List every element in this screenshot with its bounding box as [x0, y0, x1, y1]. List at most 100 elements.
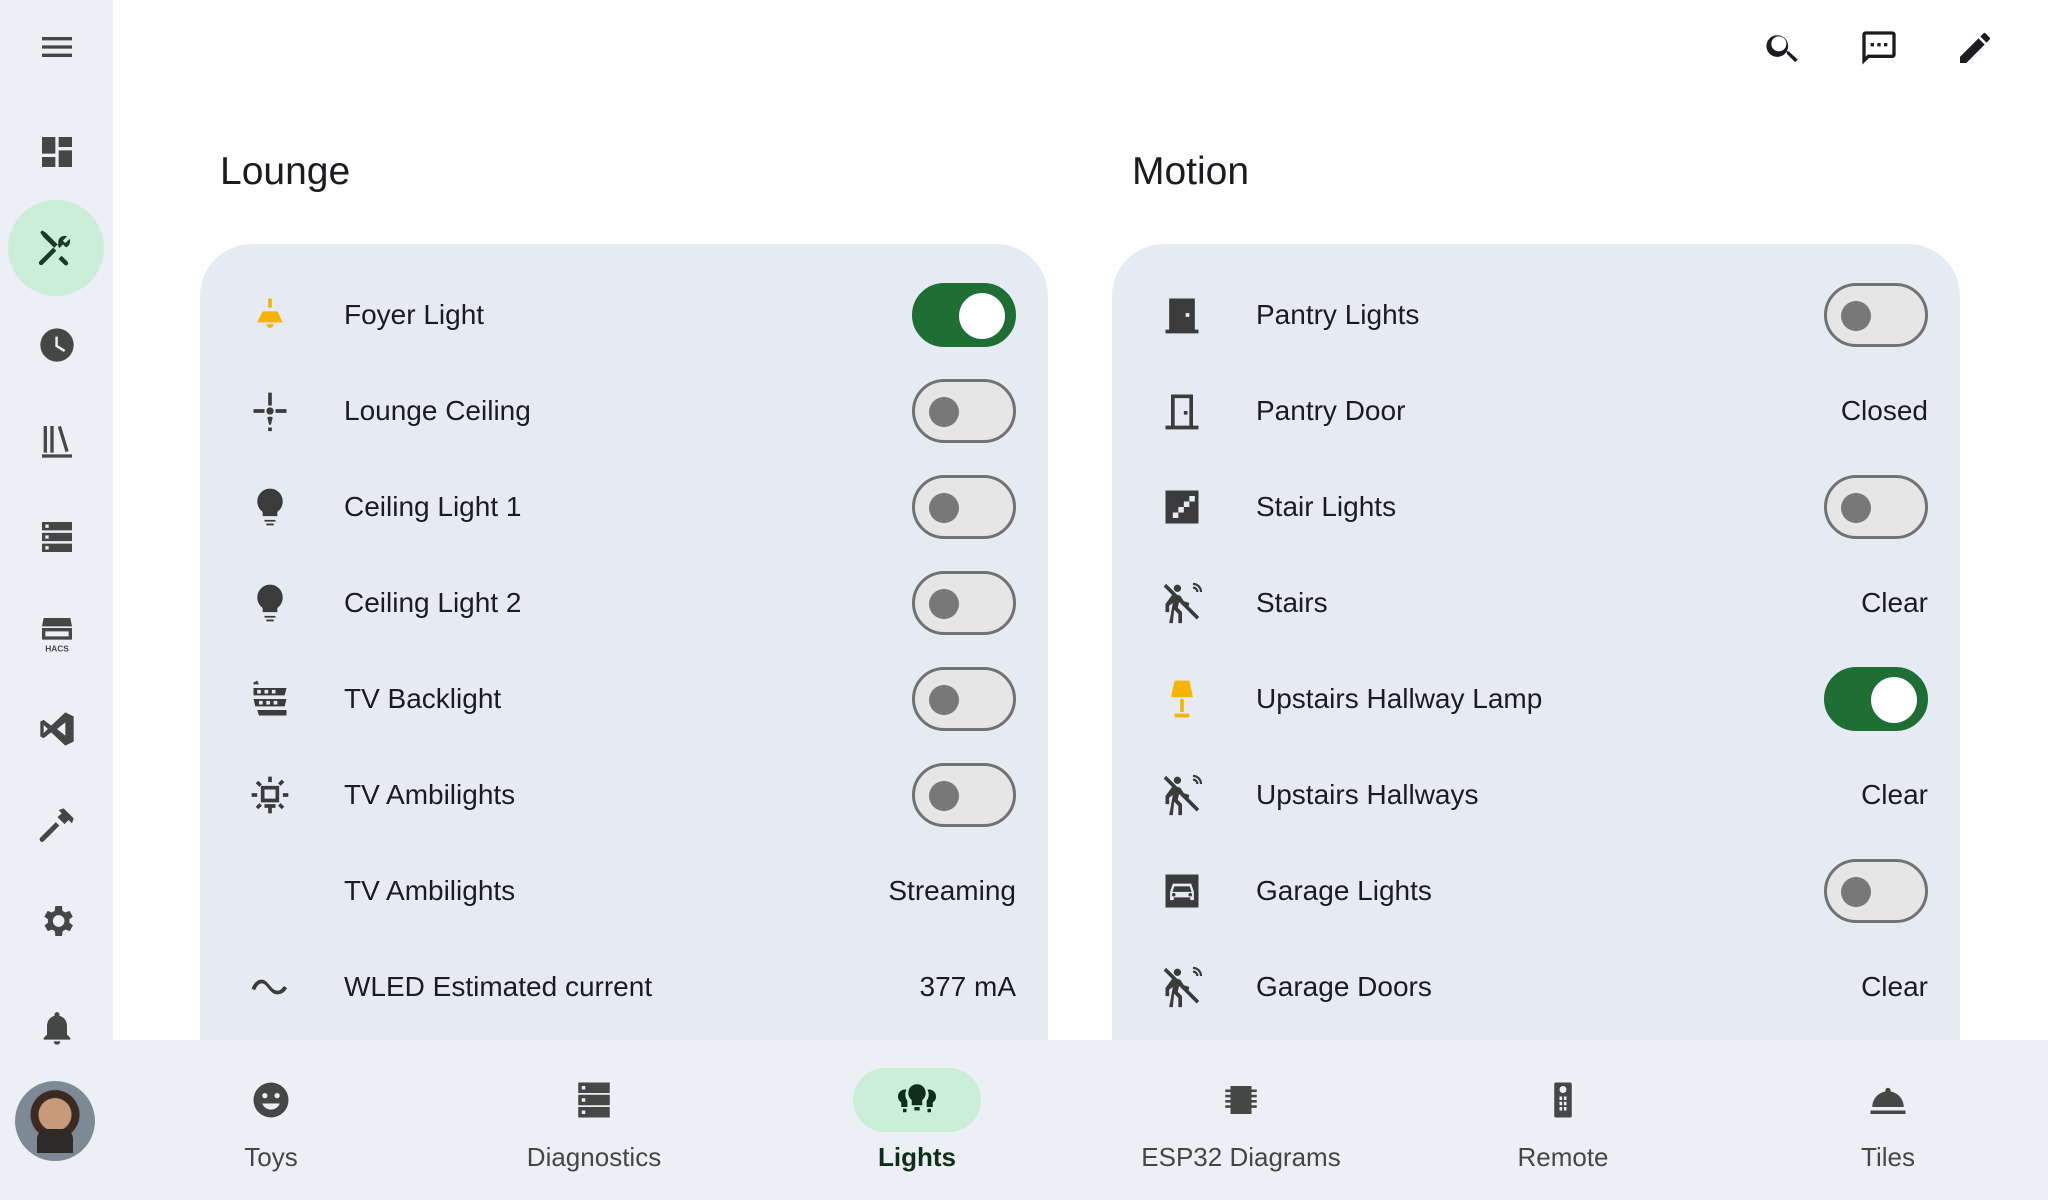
sidebar-item-server[interactable]: [0, 507, 113, 567]
lounge-entities-card: Foyer Light Lounge Ceiling Ceiling Light…: [200, 244, 1048, 1044]
garage-car-icon: [1156, 865, 1208, 917]
edit-dashboard-button[interactable]: [1949, 22, 2001, 74]
sidebar-item-notifications[interactable]: [0, 998, 113, 1058]
entity-toggle[interactable]: [912, 571, 1016, 635]
sidebar-item-logbook[interactable]: [0, 315, 113, 375]
section-title-lounge: Lounge: [220, 150, 351, 193]
entity-toggle[interactable]: [912, 667, 1016, 731]
entity-state: 377 mA: [919, 971, 1017, 1002]
assist-chat-icon: [1862, 31, 1896, 65]
menu-button[interactable]: [0, 17, 113, 77]
sidebar-item-settings[interactable]: [0, 891, 113, 951]
server-icon: [41, 522, 72, 552]
entity-label: Garage Doors: [1256, 971, 1432, 1002]
chip-icon: [1225, 1086, 1257, 1114]
nav-label: Remote: [1517, 1142, 1609, 1172]
toggle-knob: [929, 781, 959, 811]
tv-ambient-icon: [244, 769, 296, 821]
toggle-knob: [929, 397, 959, 427]
entity-label: Upstairs Hallways: [1256, 779, 1479, 810]
dashboard-icon: [41, 137, 72, 167]
nav-label: Toys: [244, 1142, 298, 1172]
menu-icon: [41, 37, 72, 57]
section-title-motion: Motion: [1132, 150, 1250, 193]
lightbulb-icon: [244, 481, 296, 533]
entity-state: Clear: [1861, 971, 1928, 1002]
entity-toggle[interactable]: [1824, 859, 1928, 923]
nav-icon-pill: [530, 1068, 658, 1132]
entity-toggle[interactable]: [1824, 475, 1928, 539]
entity-toggle[interactable]: [1824, 667, 1928, 731]
nav-label: Diagnostics: [526, 1142, 662, 1172]
tab-tiles[interactable]: Tiles: [1738, 1040, 2038, 1200]
tab-toys[interactable]: Toys: [121, 1040, 421, 1200]
sidebar-item-hacs[interactable]: HACS: [0, 603, 113, 663]
svg-text:HACS: HACS: [45, 643, 69, 653]
entity-row-stair-lights[interactable]: Stair Lights: [1112, 459, 1960, 555]
entity-row-foyer-light[interactable]: Foyer Light: [200, 267, 1048, 363]
entity-row-upstairs-hallway-lamp[interactable]: Upstairs Hallway Lamp: [1112, 651, 1960, 747]
sidebar-item-developer-tools[interactable]: [0, 795, 113, 855]
door-light-icon: [1156, 289, 1208, 341]
hammer-icon: [39, 808, 74, 842]
entity-toggle[interactable]: [912, 475, 1016, 539]
entity-row-lounge-ceiling[interactable]: Lounge Ceiling: [200, 363, 1048, 459]
entity-toggle[interactable]: [1824, 283, 1928, 347]
sidebar-item-tools[interactable]: [8, 200, 104, 296]
entity-state: Clear: [1861, 587, 1928, 618]
sidebar-item-overview[interactable]: [0, 122, 113, 182]
motion-sensor-off-icon: [1156, 961, 1208, 1013]
entity-row-garage-doors-motion[interactable]: Garage Doors Clear: [1112, 939, 1960, 1035]
library-icon: [41, 425, 72, 458]
entity-row-ceiling-light-1[interactable]: Ceiling Light 1: [200, 459, 1048, 555]
tab-lights[interactable]: Lights: [767, 1040, 1067, 1200]
entity-label: TV Backlight: [344, 683, 502, 714]
bell-icon: [43, 1012, 70, 1045]
ceiling-light-icon: [244, 289, 296, 341]
search-button[interactable]: [1757, 22, 1809, 74]
entity-label: Stairs: [1256, 587, 1328, 618]
nav-icon-pill: [1824, 1068, 1952, 1132]
assist-button[interactable]: [1853, 22, 1905, 74]
entity-row-tv-ambilights[interactable]: TV Ambilights: [200, 747, 1048, 843]
toggle-knob: [959, 293, 1005, 339]
entity-row-pantry-lights[interactable]: Pantry Lights: [1112, 267, 1960, 363]
stairs-icon: [1156, 481, 1208, 533]
sidebar-item-vscode[interactable]: [0, 699, 113, 759]
server-icon: [578, 1082, 610, 1118]
entity-label: Pantry Door: [1256, 395, 1406, 426]
led-strip-icon: [244, 673, 296, 725]
entity-label: Upstairs Hallway Lamp: [1256, 683, 1543, 714]
entity-row-pantry-door[interactable]: Pantry Door Closed: [1112, 363, 1960, 459]
entity-row-ceiling-light-2[interactable]: Ceiling Light 2: [200, 555, 1048, 651]
entity-toggle[interactable]: [912, 763, 1016, 827]
entity-row-stairs-motion[interactable]: Stairs Clear: [1112, 555, 1960, 651]
entity-toggle[interactable]: [912, 379, 1016, 443]
entity-row-wled-current[interactable]: WLED Estimated current 377 mA: [200, 939, 1048, 1035]
entity-label: Stair Lights: [1256, 491, 1397, 522]
entity-row-upstairs-hallways-motion[interactable]: Upstairs Hallways Clear: [1112, 747, 1960, 843]
floor-lamp-icon: [1156, 673, 1208, 725]
entity-row-tv-backlight[interactable]: TV Backlight: [200, 651, 1048, 747]
entity-row-tv-ambilights-state[interactable]: TV Ambilights Streaming: [200, 843, 1048, 939]
ceiling-fan-icon: [244, 385, 296, 437]
remote-icon: [1554, 1082, 1572, 1118]
sidebar-item-media[interactable]: [0, 411, 113, 471]
entity-label: Ceiling Light 2: [344, 587, 522, 618]
tools-icon: [38, 230, 71, 266]
door-closed-icon: [1156, 385, 1208, 437]
avatar[interactable]: [15, 1081, 95, 1161]
nav-icon-pill: [207, 1068, 335, 1132]
tab-esp32-diagrams[interactable]: ESP32 Diagrams: [1091, 1040, 1391, 1200]
entity-toggle[interactable]: [912, 283, 1016, 347]
nav-icon-pill: [1499, 1068, 1627, 1132]
nav-label: Tiles: [1861, 1142, 1915, 1172]
tab-diagnostics[interactable]: Diagnostics: [444, 1040, 744, 1200]
room-service-icon: [1870, 1087, 1906, 1114]
entity-row-garage-lights[interactable]: Garage Lights: [1112, 843, 1960, 939]
entity-label: TV Ambilights: [344, 875, 516, 906]
entity-label: Garage Lights: [1256, 875, 1432, 906]
tab-remote[interactable]: Remote: [1413, 1040, 1713, 1200]
toggle-knob: [1841, 301, 1871, 331]
toggle-knob: [1871, 677, 1917, 723]
